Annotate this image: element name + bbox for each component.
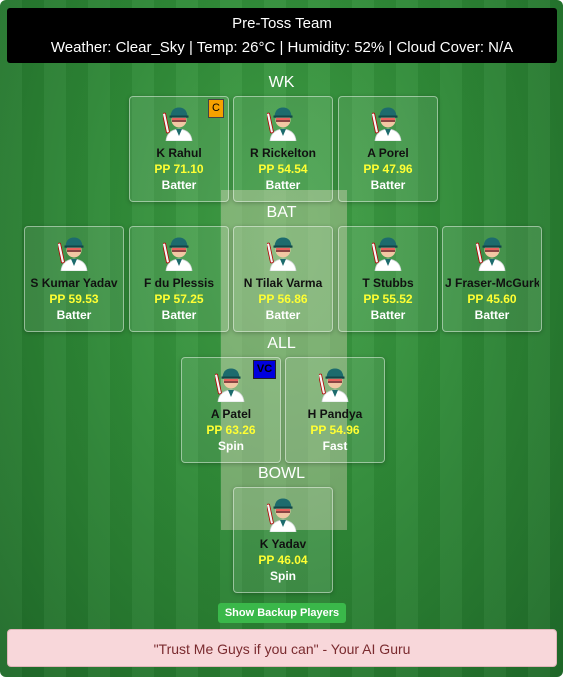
player-role: Batter (161, 308, 197, 322)
player-name: H Pandya (307, 407, 363, 421)
player-role: Fast (322, 439, 348, 453)
player-name: F du Plessis (143, 276, 215, 290)
player-name: N Tilak Varma (243, 276, 323, 290)
player-role: Batter (474, 308, 510, 322)
player-role: Batter (265, 308, 301, 322)
player-card[interactable]: J Fraser-McGurk PP 45.60 Batter (442, 226, 542, 332)
player-name: R Rickelton (249, 146, 316, 160)
player-name: A Patel (210, 407, 252, 421)
team-header: Pre-Toss Team Weather: Clear_Sky | Temp:… (7, 8, 557, 63)
player-points: PP 47.96 (363, 162, 413, 176)
player-name: K Rahul (156, 146, 202, 160)
cricket-batsman-avatar-icon (266, 233, 299, 272)
cricket-batsman-avatar-icon (371, 233, 404, 272)
captain-badge: C (208, 99, 224, 118)
player-card[interactable]: F du Plessis PP 57.25 Batter (129, 226, 229, 332)
cricket-batter-avatar-icon (371, 103, 404, 142)
player-card[interactable]: N Tilak Varma PP 56.86 Batter (233, 226, 333, 332)
cricket-batter-avatar-icon (162, 103, 195, 142)
player-name: S Kumar Yadav (30, 276, 118, 290)
player-points: PP 45.60 (467, 292, 517, 306)
cricket-batsman-avatar-icon (162, 233, 195, 272)
player-role: Batter (370, 178, 406, 192)
player-card[interactable]: A Porel PP 47.96 Batter (338, 96, 438, 202)
player-points: PP 59.53 (49, 292, 99, 306)
player-card[interactable]: R Rickelton PP 54.54 Batter (233, 96, 333, 202)
player-role: Batter (161, 178, 197, 192)
ai-guru-quote: "Trust Me Guys if you can" - Your AI Gur… (7, 629, 557, 667)
player-role: Spin (218, 439, 244, 453)
player-name: K Yadav (259, 537, 307, 551)
cricket-bowler-avatar-icon (266, 494, 299, 533)
vice-captain-badge: VC (253, 360, 276, 379)
team-title: Pre-Toss Team (232, 15, 332, 32)
player-points: PP 56.86 (258, 292, 308, 306)
player-name: J Fraser-McGurk (445, 276, 539, 290)
player-points: PP 46.04 (258, 553, 308, 567)
player-card[interactable]: T Stubbs PP 55.52 Batter (338, 226, 438, 332)
player-role: Spin (270, 569, 296, 583)
player-role: Batter (370, 308, 406, 322)
player-points: PP 63.26 (206, 423, 256, 437)
player-points: PP 55.52 (363, 292, 413, 306)
show-backup-players-button[interactable]: Show Backup Players (218, 603, 346, 623)
player-points: PP 57.25 (154, 292, 204, 306)
player-name: T Stubbs (362, 276, 414, 290)
team-view: Pre-Toss Team Weather: Clear_Sky | Temp:… (0, 0, 563, 677)
cricket-batter-avatar-icon (266, 103, 299, 142)
player-card[interactable]: VC A Patel PP 63.26 Spin (181, 357, 281, 463)
player-card[interactable]: H Pandya PP 54.96 Fast (285, 357, 385, 463)
cricket-batsman-avatar-icon (57, 233, 90, 272)
player-points: PP 54.54 (258, 162, 308, 176)
player-points: PP 54.96 (310, 423, 360, 437)
cricket-batsman-avatar-icon (475, 233, 508, 272)
weather-info: Weather: Clear_Sky | Temp: 26°C | Humidi… (50, 39, 514, 56)
cricket-allrounder-avatar-icon (318, 364, 351, 403)
player-card[interactable]: S Kumar Yadav PP 59.53 Batter (24, 226, 124, 332)
section-label-wk: WK (268, 74, 295, 91)
player-role: Batter (265, 178, 301, 192)
player-name: A Porel (367, 146, 409, 160)
player-points: PP 71.10 (154, 162, 204, 176)
player-card[interactable]: K Yadav PP 46.04 Spin (233, 487, 333, 593)
cricket-allrounder-avatar-icon (214, 364, 247, 403)
player-role: Batter (56, 308, 92, 322)
section-label-bowl: BOWL (257, 465, 306, 482)
player-card[interactable]: C K Rahul PP 71.10 Batter (129, 96, 229, 202)
section-label-all: ALL (267, 335, 296, 352)
section-label-bat: BAT (266, 204, 297, 221)
